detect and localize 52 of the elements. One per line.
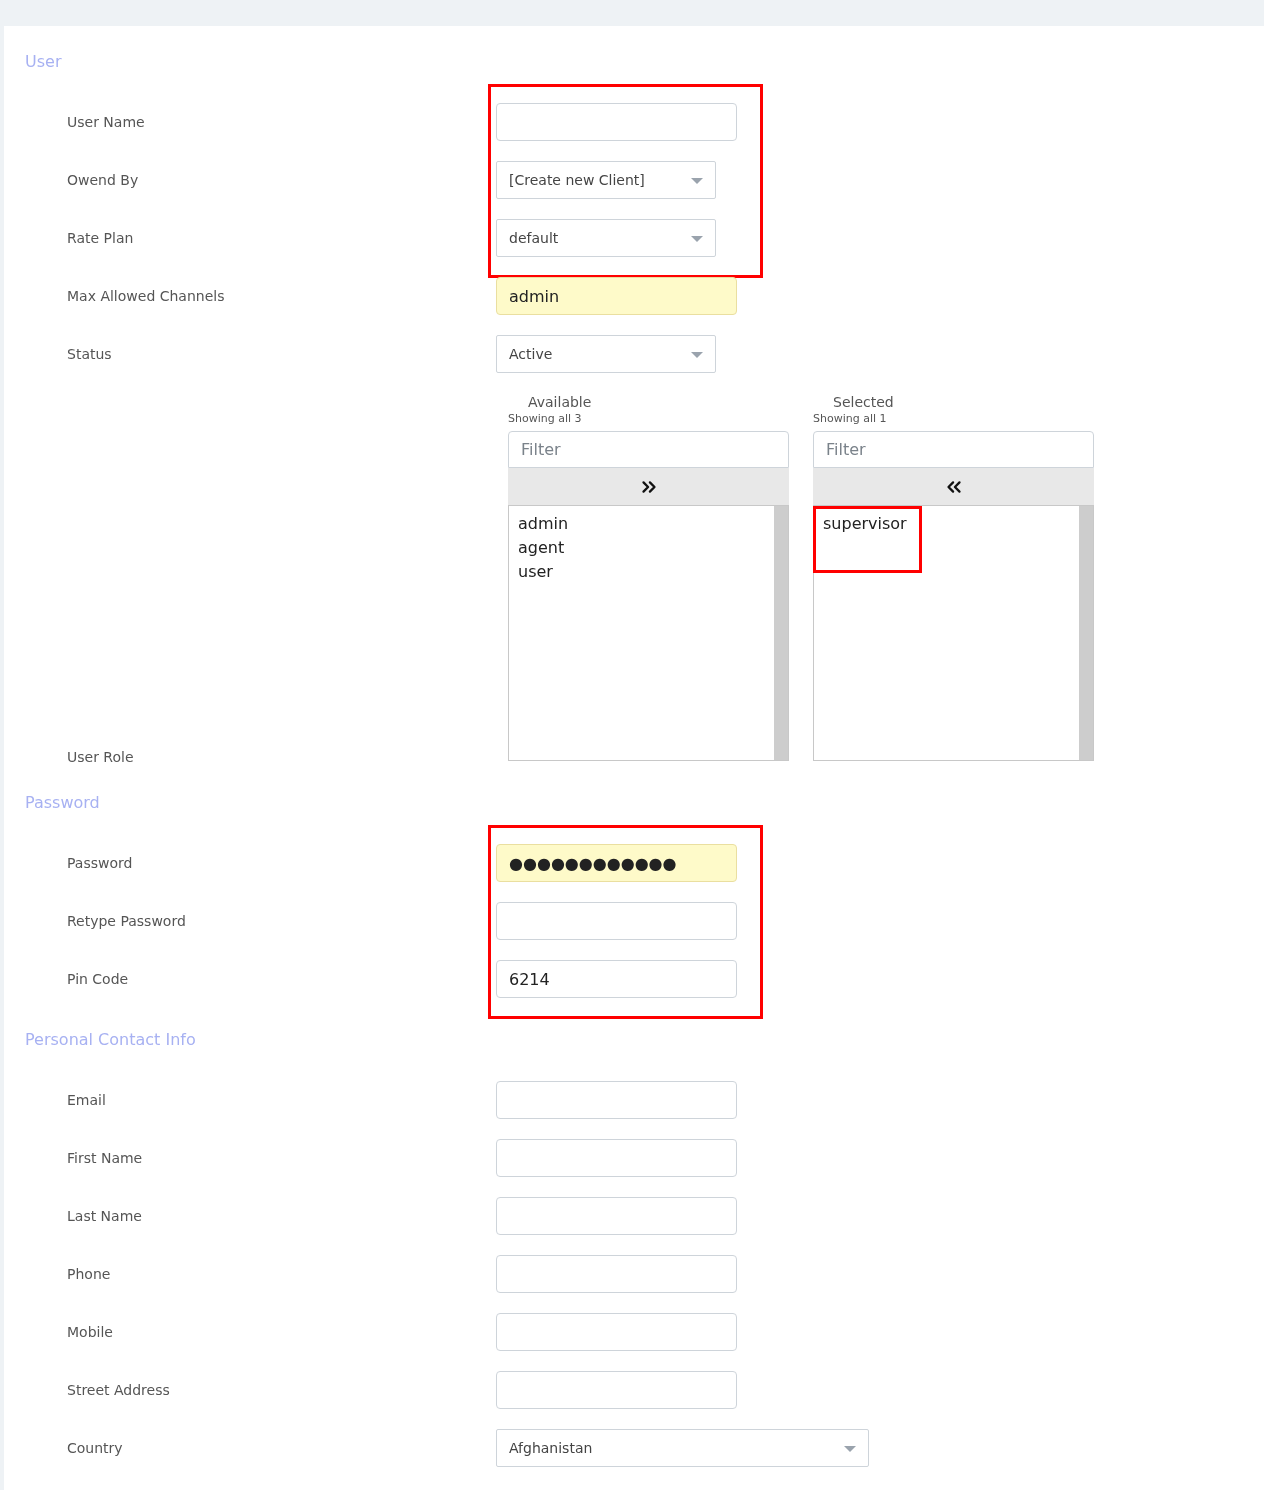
field-label: Last Name <box>66 1206 143 1226</box>
input-field[interactable] <box>496 1081 737 1119</box>
input-field[interactable] <box>496 1371 737 1409</box>
list-box[interactable]: admin agent user <box>508 505 789 761</box>
list-box[interactable]: supervisor <box>813 505 1094 761</box>
caret-icon <box>691 178 703 184</box>
move-button[interactable] <box>508 468 789 505</box>
pane-title: Available <box>527 393 593 411</box>
field-label: First Name <box>66 1148 144 1168</box>
move-button[interactable] <box>813 468 1094 505</box>
list-item[interactable]: supervisor <box>823 514 907 533</box>
field-label: User Name <box>66 112 146 132</box>
field-label: Street Address <box>66 1380 171 1400</box>
input-field[interactable] <box>496 902 737 940</box>
input-field[interactable]: admin <box>496 277 737 315</box>
list-item[interactable]: admin <box>518 514 569 533</box>
input-field[interactable]: 6214 <box>496 960 737 998</box>
pane-title: Selected <box>832 393 895 411</box>
field-label: User Role <box>66 748 135 766</box>
input-field[interactable] <box>496 1255 737 1293</box>
caret-icon <box>691 352 703 358</box>
filter-field[interactable]: Filter <box>813 431 1094 468</box>
field-label: Pin Code <box>66 969 130 989</box>
select-field[interactable]: default <box>496 219 716 257</box>
field-label: Country <box>66 1438 124 1458</box>
input-field[interactable] <box>496 1313 737 1351</box>
input-field[interactable] <box>496 103 737 141</box>
list-item[interactable]: agent <box>518 538 565 557</box>
list-item[interactable]: user <box>518 562 553 581</box>
select-field[interactable]: [Create new Client] <box>496 161 716 199</box>
section-title: Password <box>25 793 100 813</box>
count-text: Showing all 3 <box>508 411 582 427</box>
section-title: Personal Contact Info <box>25 1030 196 1050</box>
filter-field[interactable]: Filter <box>508 431 789 468</box>
field-label: Max Allowed Channels <box>66 286 226 306</box>
count-text: Showing all 1 <box>813 411 887 427</box>
caret-icon <box>844 1446 856 1452</box>
select-field[interactable]: Afghanistan <box>496 1429 869 1467</box>
field-label: Retype Password <box>66 911 187 931</box>
select-field[interactable]: Active <box>496 335 716 373</box>
input-field[interactable] <box>496 1139 737 1177</box>
section-title: User <box>25 52 62 72</box>
input-field[interactable]: ●●●●●●●●●●●● <box>496 844 737 882</box>
field-label: Status <box>66 344 113 364</box>
field-label: Phone <box>66 1264 112 1284</box>
field-label: Rate Plan <box>66 228 135 248</box>
input-field[interactable] <box>496 1197 737 1235</box>
field-label: Email <box>66 1090 107 1110</box>
field-label: Password <box>66 853 134 873</box>
caret-icon <box>691 236 703 242</box>
field-label: Owend By <box>66 170 140 190</box>
field-label: Mobile <box>66 1322 114 1342</box>
